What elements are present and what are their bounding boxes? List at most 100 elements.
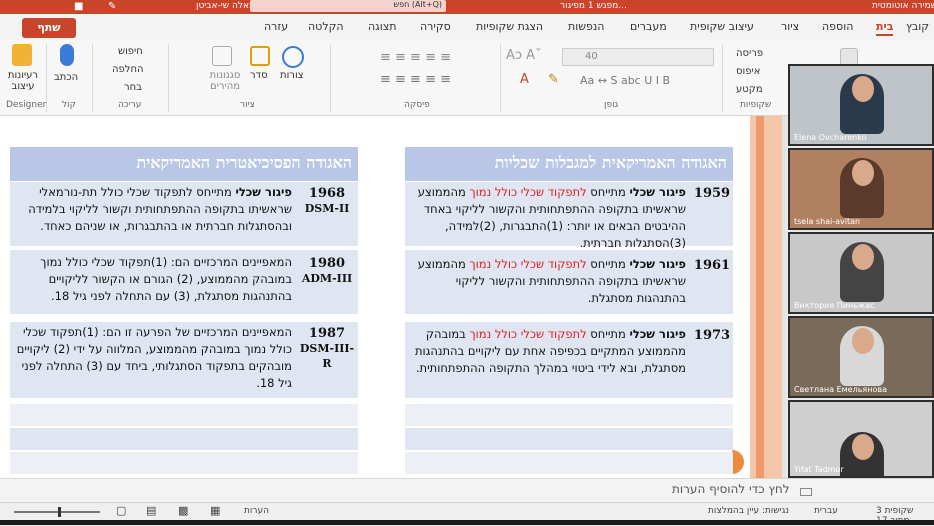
year-cell: 1973: [693, 328, 731, 343]
font-grow-icon[interactable]: Aᴐ Aˇ: [506, 48, 542, 63]
table-row: [10, 428, 358, 450]
group-label-paragraph: פיסקה: [404, 100, 430, 110]
section-button[interactable]: מקטע: [736, 84, 763, 95]
list-icons[interactable]: ≡ ≡ ≡ ≡ ≡: [380, 50, 451, 65]
term: פיגור שכלי: [629, 257, 686, 271]
share-button[interactable]: שתף: [22, 18, 76, 38]
select-button[interactable]: בחר: [124, 82, 142, 93]
pen-icon[interactable]: ✎: [108, 1, 116, 12]
term: פיגור שכלי: [235, 185, 292, 199]
participant-face: [852, 244, 874, 270]
participant-name: tsela shai-avitan: [794, 217, 861, 226]
designer-button[interactable]: רעיונות עיצוב: [6, 70, 40, 92]
participant-name: Elena Ovcharenko: [794, 133, 867, 142]
text-span: מתייחס: [586, 257, 630, 271]
participant-video[interactable]: Виктория Пиньжас: [788, 232, 934, 314]
year-cell: 1980 ADM-III: [298, 256, 356, 286]
find-button[interactable]: חיפוש: [118, 46, 143, 57]
user-name[interactable]: צאלה שי-אביטן: [196, 1, 254, 11]
language-indicator[interactable]: עברית: [814, 506, 838, 516]
group-label-editing: עריכה: [118, 100, 142, 110]
document-title: מפגש 1 מפיגור...: [560, 1, 627, 11]
notes-pane[interactable]: [0, 478, 934, 502]
font-size-select[interactable]: 40: [562, 48, 714, 66]
participant-video[interactable]: Светлана Емельянова: [788, 316, 934, 398]
search-input[interactable]: חפש (Alt+Q): [250, 0, 446, 12]
slide-sorter-icon[interactable]: ▩: [178, 504, 188, 517]
autosave-label: שמירה אוטומטית: [872, 1, 934, 11]
year-value: 1968: [308, 186, 346, 201]
shapes-button[interactable]: צורות: [280, 70, 304, 81]
text-span: מתייחס: [586, 327, 630, 341]
char-spacing-icon[interactable]: Aa ↔ S abc U I B: [580, 74, 670, 87]
group-label-voice: קול: [62, 100, 76, 110]
reset-button[interactable]: איפוס: [736, 66, 760, 77]
definition-cell: המאפיינים המרכזיים הם: (1)תפקוד שכלי כול…: [14, 254, 292, 305]
table-row: [10, 452, 358, 474]
tab-draw[interactable]: ציור: [781, 20, 799, 33]
manual-code: DSM-III-R: [299, 342, 355, 370]
zoom-slider[interactable]: [14, 511, 100, 513]
reading-view-icon[interactable]: ▤: [146, 504, 156, 517]
dictate-button[interactable]: הכתב: [54, 72, 78, 83]
normal-view-icon[interactable]: ▦: [210, 504, 220, 517]
term: פיגור שכלי: [629, 185, 686, 199]
tab-help[interactable]: עזרה: [264, 20, 288, 33]
divider: [92, 44, 93, 112]
tab-view[interactable]: תצוגה: [368, 20, 396, 33]
tab-home[interactable]: בית: [876, 20, 894, 36]
designer-icon[interactable]: [12, 44, 32, 66]
tab-review[interactable]: סקירה: [420, 20, 451, 33]
tab-insert[interactable]: הוספה: [822, 20, 853, 33]
slideshow-icon[interactable]: ▢: [116, 504, 126, 517]
arrange-button[interactable]: סדר: [250, 70, 268, 81]
replace-button[interactable]: החלפה: [112, 64, 144, 75]
group-label-drawing: ציור: [240, 100, 255, 110]
tab-slideshow[interactable]: הצגת שקופיות: [476, 20, 543, 33]
participant-name: Yifat Tadmor: [794, 465, 844, 474]
notes-placeholder[interactable]: לחץ כדי להוסיף הערות: [672, 482, 790, 496]
arrange-icon[interactable]: [250, 46, 270, 66]
shapes-icon[interactable]: [282, 46, 304, 68]
table-row: [10, 404, 358, 426]
divider: [168, 44, 169, 112]
microphone-icon[interactable]: [60, 44, 74, 66]
group-label-font: גופן: [604, 100, 619, 110]
accessibility-indicator[interactable]: נגישות: עיין בהמלצות: [708, 506, 789, 516]
right-table-header: האגודה האמריקאית למגבלות שכליות: [405, 147, 733, 181]
tab-animations[interactable]: הנפשות: [568, 20, 604, 33]
zoom-slider-handle[interactable]: [58, 507, 61, 517]
term: פיגור שכלי: [629, 327, 686, 341]
tab-design[interactable]: עיצוב שקופית: [690, 20, 754, 33]
font-color-icon[interactable]: A: [520, 72, 529, 87]
notes-button[interactable]: הערות: [244, 506, 269, 516]
highlight-icon[interactable]: ✎: [548, 72, 559, 87]
highlight-text: לתפקוד שכלי כולל נמוך: [469, 257, 587, 271]
participant-face: [852, 434, 874, 460]
participant-name: Виктория Пиньжас: [794, 301, 875, 310]
tab-transitions[interactable]: מעברים: [630, 20, 667, 33]
participant-name: Светлана Емельянова: [794, 385, 887, 394]
participant-video[interactable]: Elena Ovcharenko: [788, 64, 934, 146]
year-cell: 1961: [693, 258, 731, 273]
participant-face: [852, 76, 874, 102]
divider: [500, 44, 501, 112]
definition-cell: המאפיינים המרכזיים של הפרעה זו הם: (1)תפ…: [14, 324, 292, 392]
title-bar: שמירה אוטומטית צאלה שי-אביטן חפש (Alt+Q)…: [0, 0, 934, 14]
definition-cell: פיגור שכלי מתייחס לתפקוד שכלי כולל נמוך …: [410, 326, 686, 377]
quick-styles-icon[interactable]: [212, 46, 232, 66]
align-icons[interactable]: ≡ ≡ ≡ ≡ ≡: [380, 72, 451, 87]
participant-video[interactable]: tsela shai-avitan: [788, 148, 934, 230]
text-span: המאפיינים המרכזיים הם: (1)תפקוד שכלי כול…: [40, 255, 292, 303]
quick-styles-button[interactable]: סגנונות מהירים: [205, 70, 245, 92]
chevron-down-icon[interactable]: [800, 488, 812, 496]
year-value: 1980: [308, 256, 346, 271]
save-icon[interactable]: ■: [74, 1, 83, 12]
definition-cell: פיגור שכלי מתייחס לתפקוד שכלי כולל נמוך …: [410, 184, 686, 252]
tab-record[interactable]: הקלטה: [308, 20, 344, 33]
participant-video[interactable]: Yifat Tadmor: [788, 400, 934, 478]
layout-button[interactable]: פריסה: [736, 48, 763, 59]
tab-file[interactable]: קובץ: [906, 20, 929, 33]
group-label-designer: Designer: [6, 100, 47, 110]
left-table-header: האגודה הפסיכיאטרית האמריקאית: [10, 147, 358, 181]
